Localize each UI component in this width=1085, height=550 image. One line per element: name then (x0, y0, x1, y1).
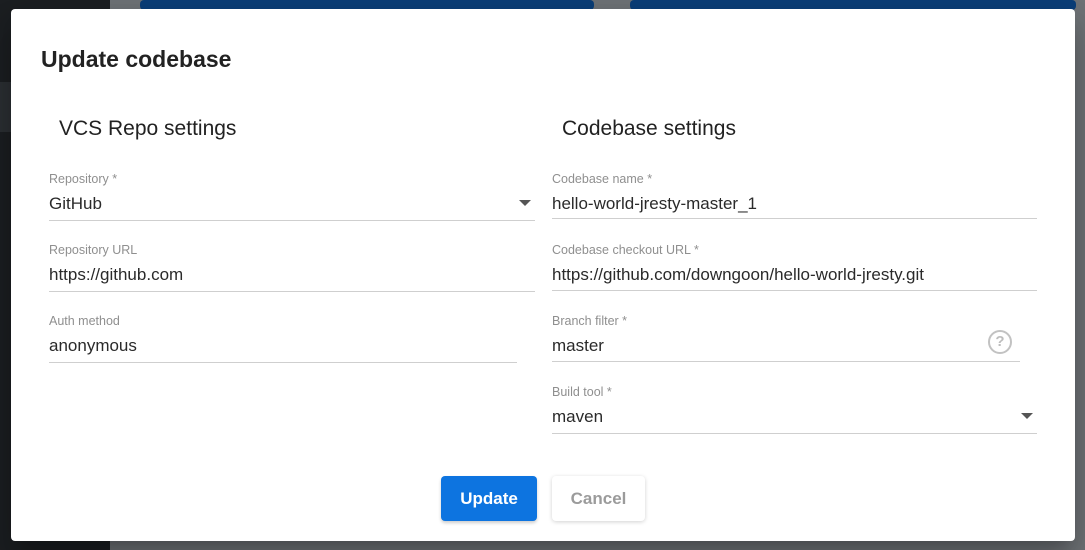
vcs-section-title: VCS Repo settings (59, 117, 237, 140)
repository-url-label: Repository URL (49, 243, 138, 257)
field-underline (49, 291, 535, 292)
field-underline (552, 290, 1037, 291)
field-underline (49, 220, 535, 221)
codebase-name-label: Codebase name * (552, 172, 653, 186)
codebase-checkout-url-field[interactable]: Codebase checkout URL * https://github.c… (552, 243, 1037, 291)
cancel-button[interactable]: Cancel (552, 476, 645, 521)
repository-select[interactable]: Repository * GitHub (49, 172, 535, 221)
repository-url-field[interactable]: Repository URL https://github.com (49, 243, 535, 292)
branch-filter-field[interactable]: Branch filter * master ? (552, 314, 1020, 362)
branch-filter-value[interactable]: master (552, 336, 604, 356)
chevron-down-icon[interactable] (1021, 413, 1033, 419)
field-underline (552, 218, 1037, 219)
chevron-down-icon[interactable] (519, 200, 531, 206)
codebase-section-title: Codebase settings (562, 117, 736, 140)
branch-filter-label: Branch filter * (552, 314, 628, 328)
codebase-name-value[interactable]: hello-world-jresty-master_1 (552, 194, 757, 214)
field-underline (49, 362, 517, 363)
field-underline (552, 433, 1037, 434)
build-tool-select[interactable]: Build tool * maven (552, 385, 1037, 434)
codebase-name-field[interactable]: Codebase name * hello-world-jresty-maste… (552, 172, 1037, 219)
auth-method-field[interactable]: Auth method anonymous (49, 314, 517, 363)
auth-method-label: Auth method (49, 314, 120, 328)
repository-label: Repository * (49, 172, 118, 186)
update-button[interactable]: Update (441, 476, 537, 521)
auth-method-value[interactable]: anonymous (49, 336, 137, 356)
checkout-url-value[interactable]: https://github.com/downgoon/hello-world-… (552, 265, 924, 285)
help-icon[interactable]: ? (988, 330, 1012, 354)
build-tool-value: maven (552, 407, 604, 426)
update-codebase-dialog: Update codebase VCS Repo settings Codeba… (11, 9, 1075, 541)
repository-value: GitHub (49, 194, 102, 213)
checkout-url-label: Codebase checkout URL * (552, 243, 699, 257)
field-underline (552, 361, 1020, 362)
build-tool-label: Build tool * (552, 385, 612, 399)
dialog-title: Update codebase (41, 46, 232, 72)
repository-url-value[interactable]: https://github.com (49, 265, 183, 285)
